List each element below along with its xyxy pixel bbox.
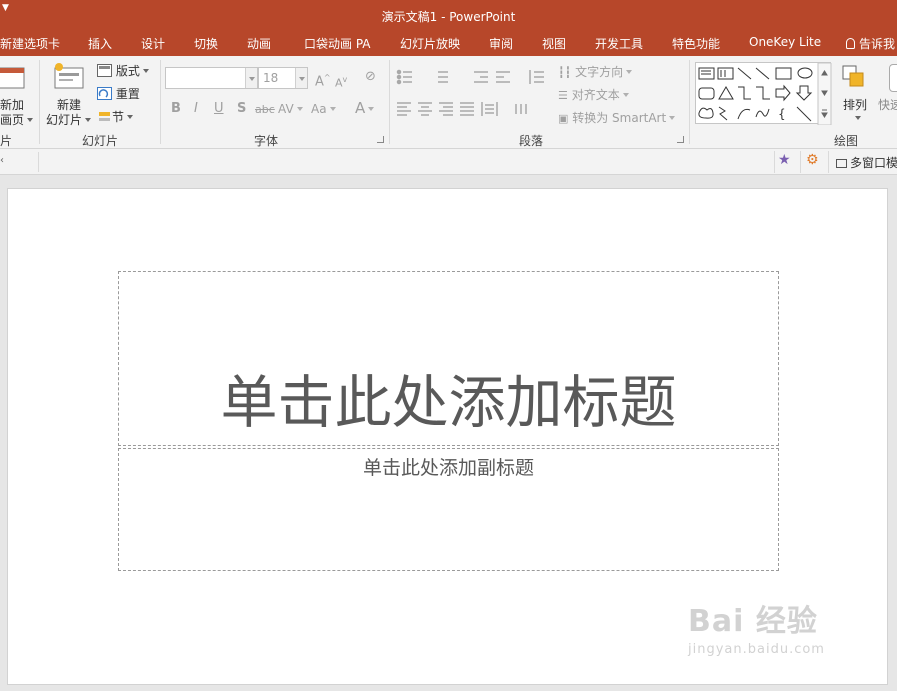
lightbulb-icon [846,38,855,49]
title-placeholder[interactable]: 单击此处添加标题 [118,271,779,446]
secondary-toolbar: ‹ ★ ⚙ 多窗口模 [0,149,897,175]
window-icon [836,159,847,168]
watermark-brand: Bai 经验 [688,604,818,639]
toolbar-separator [800,151,801,173]
strikethrough-button[interactable]: abc [255,102,275,118]
tab-view[interactable]: 视图 [542,35,566,52]
toolbar-separator [828,151,829,173]
arrange-icon[interactable] [841,64,869,92]
shapes-gallery[interactable]: { [695,62,832,125]
layout-button[interactable]: 版式 [97,62,149,79]
section-button[interactable]: 节 [97,108,134,125]
chevron-down-icon[interactable] [855,116,861,120]
tab-review[interactable]: 审阅 [489,35,513,52]
align-text-button[interactable]: ☰ 对齐文本 [558,86,629,103]
group-label-paragraph: 段落 [519,134,544,148]
tab-insert[interactable]: 插入 [88,35,112,52]
tab-animations[interactable]: 动画 [247,35,271,52]
collapse-panel-icon[interactable]: ‹ [0,155,4,166]
gear-icon[interactable]: ⚙ [806,152,819,168]
alignment-icons[interactable] [396,101,541,117]
chevron-down-icon[interactable] [295,68,307,88]
subtitle-placeholder[interactable]: 单击此处添加副标题 [118,448,779,571]
group-separator [689,60,690,144]
tab-slideshow[interactable]: 幻灯片放映 [400,35,460,52]
group-label-drawing: 绘图 [834,134,859,148]
change-case-button[interactable]: Aa [311,101,336,117]
svg-text:{: { [778,107,786,121]
group-separator [160,60,161,144]
toolbar-separator [774,151,775,173]
tab-design[interactable]: 设计 [141,35,165,52]
chevron-down-icon[interactable] [245,68,257,88]
add-slide-icon[interactable] [0,64,26,90]
new-slide-button[interactable]: 幻灯片 [46,111,92,128]
tab-transitions[interactable]: 切换 [194,35,218,52]
layout-icon [97,64,112,77]
ribbon-tabs: 新建选项卡 插入 设计 切换 动画 口袋动画 PA 幻灯片放映 审阅 视图 开发… [0,30,897,56]
subtitle-placeholder-text: 单击此处添加副标题 [362,457,534,479]
group-label-font: 字体 [254,134,279,148]
list-and-indent-icons[interactable] [396,68,556,88]
add-slide-label-bottom: 画页 [0,111,34,128]
watermark-url: jingyan.baidu.com [688,642,825,657]
tell-me-search[interactable]: 告诉我 [846,35,895,52]
toolbar-separator [38,152,39,172]
ribbon: 新加 画页 片 新建 幻灯片 版式 重置 节 幻灯片 18 A^ Av ⊘ B … [0,56,897,149]
convert-smartart-button[interactable]: ▣ 转换为 SmartArt [558,109,676,126]
clear-formatting-icon[interactable]: ⊘ [365,69,376,85]
window-title: 演示文稿1 - PowerPoint [381,10,516,24]
italic-button[interactable]: I [194,101,198,117]
quick-styles-icon[interactable] [889,64,897,92]
shadow-button[interactable]: S [237,101,246,117]
font-name-select[interactable] [165,67,258,89]
section-icon [99,112,110,121]
font-size-select[interactable]: 18 [258,67,308,89]
grow-font-icon[interactable]: A^ [315,70,331,90]
font-dialog-launcher-icon[interactable] [377,136,384,143]
reset-icon [97,87,112,100]
shrink-font-icon[interactable]: Av [335,72,347,92]
shapes-gallery-icons: { [698,63,832,125]
tab-developer[interactable]: 开发工具 [595,35,643,52]
underline-button[interactable]: U [214,101,224,117]
tab-onekey[interactable]: OneKey Lite [749,35,821,49]
baidu-watermark: Bai 经验 jingyan.baidu.com [688,596,825,657]
character-spacing-button[interactable]: AV [278,101,303,117]
magic-wand-icon[interactable]: ★ [778,152,791,168]
multi-window-button[interactable]: 多窗口模 [836,154,897,171]
tab-new-tab[interactable]: 新建选项卡 [0,35,60,52]
group-label-slides: 幻灯片 [82,134,119,148]
text-direction-button[interactable]: ┇┇ 文字方向 [558,63,633,80]
group-label-partial: 片 [0,134,13,148]
title-bar: ▼ 演示文稿1 - PowerPoint [0,0,897,30]
tab-features[interactable]: 特色功能 [672,35,720,52]
powerpoint-window: ▼ 演示文稿1 - PowerPoint 新建选项卡 插入 设计 切换 动画 口… [0,0,897,691]
group-separator [389,60,390,144]
reset-button[interactable]: 重置 [97,85,140,102]
font-color-button[interactable]: A [355,100,375,116]
title-placeholder-text: 单击此处添加标题 [220,370,677,436]
quick-styles-button[interactable]: 快速 [878,96,897,113]
paragraph-dialog-launcher-icon[interactable] [677,136,684,143]
group-separator [39,60,40,144]
new-slide-icon[interactable] [53,62,85,92]
bold-button[interactable]: B [171,101,181,117]
tab-pocket-animation[interactable]: 口袋动画 PA [304,35,371,52]
